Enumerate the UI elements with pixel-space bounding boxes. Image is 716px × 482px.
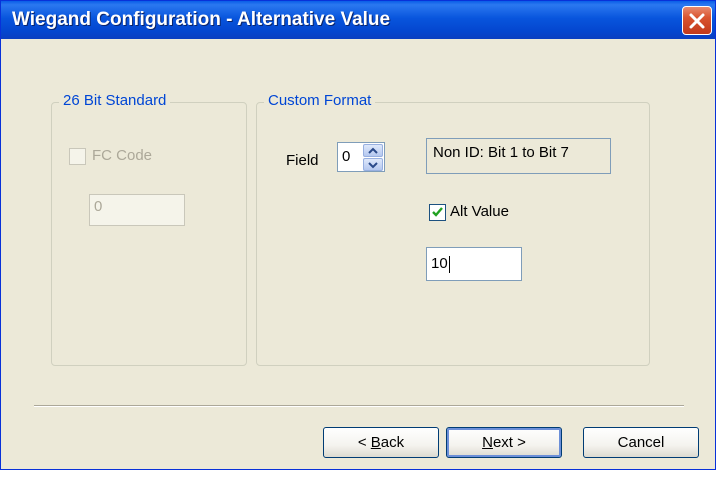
back-button[interactable]: < Back (323, 427, 439, 458)
field-spinner[interactable]: 0 (337, 142, 385, 172)
arrow-up-icon (368, 147, 378, 154)
arrow-down-icon (368, 162, 378, 169)
title-bar[interactable]: Wiegand Configuration - Alternative Valu… (1, 1, 715, 39)
next-button-rest: ext (492, 434, 513, 451)
fc-code-label: FC Code (92, 147, 153, 164)
standard-group-legend: 26 Bit Standard (59, 92, 171, 109)
fc-code-input[interactable]: 0 (89, 194, 185, 226)
field-spin-down-button[interactable] (363, 158, 383, 171)
fc-code-checkbox[interactable] (69, 148, 86, 165)
back-button-accel: B (370, 434, 381, 451)
back-button-rest: ack (380, 434, 405, 451)
text-caret (448, 255, 450, 273)
next-button-accel: N (482, 434, 493, 451)
standard-26bit-group: 26 Bit Standard (51, 92, 247, 366)
alt-value-label: Alt Value (450, 203, 509, 220)
close-icon (689, 13, 705, 29)
cancel-button-label: Cancel (617, 434, 665, 451)
field-description: Non ID: Bit 1 to Bit 7 (426, 138, 611, 174)
window-title: Wiegand Configuration - Alternative Valu… (12, 9, 391, 30)
cancel-button[interactable]: Cancel (583, 427, 699, 458)
custom-group-legend: Custom Format (264, 92, 376, 109)
field-spinner-value: 0 (342, 148, 351, 165)
alt-value-checkbox[interactable] (429, 204, 446, 221)
back-button-prefix: < (357, 434, 371, 451)
alt-value-input-text: 10 (431, 255, 448, 272)
field-label: Field (286, 152, 319, 169)
field-spin-up-button[interactable] (363, 144, 383, 157)
alt-value-input[interactable]: 10 (426, 247, 522, 281)
next-button[interactable]: Next > (446, 427, 562, 458)
next-button-suffix: > (512, 434, 526, 451)
checkmark-icon (432, 207, 443, 217)
button-separator (34, 405, 684, 407)
wiegand-config-dialog: Wiegand Configuration - Alternative Valu… (0, 0, 716, 470)
close-button[interactable] (682, 6, 712, 35)
